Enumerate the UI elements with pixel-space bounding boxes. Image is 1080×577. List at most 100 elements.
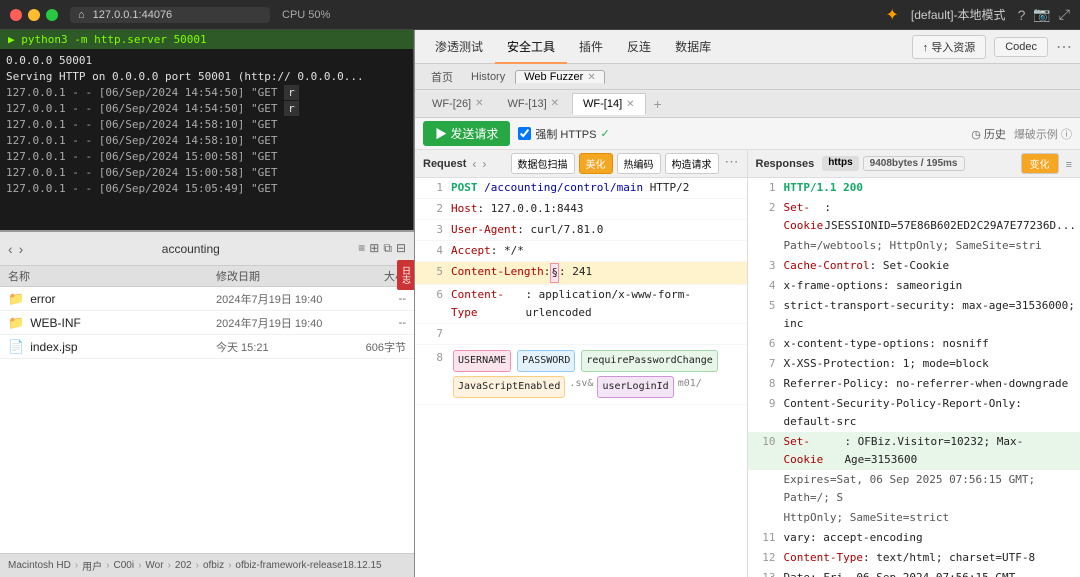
finder-view-btns: ≡ ⊞ ⧉ ⊟ (358, 241, 406, 256)
terminal-line: 127.0.0.1 - - [06/Sep/2024 15:00:58] "GE… (6, 149, 407, 165)
file-size: 606字节 (346, 339, 406, 355)
col-name-header[interactable]: 名称 (8, 268, 216, 284)
send-request-button[interactable]: ▶ 发送请求 (423, 121, 510, 146)
col-date-header[interactable]: 修改日期 (216, 268, 346, 284)
data-collect-btn[interactable]: 数据包扫描 (511, 153, 575, 174)
breadcrumb-item[interactable]: C00i (114, 560, 135, 571)
list-item[interactable]: 📁 error 2024年7月19日 19:40 -- (0, 287, 414, 311)
tab-wf-26[interactable]: WF-[26] ✕ (421, 93, 495, 115)
request-nav-next[interactable]: › (482, 157, 486, 171)
param-block[interactable]: § (550, 263, 559, 283)
https-check-icon: ✓ (600, 127, 609, 140)
request-line-8: 8 USERNAME PASSWORD requirePasswordChang… (415, 345, 747, 405)
breadcrumb-item[interactable]: Wor (145, 560, 163, 571)
history-link[interactable]: ◷ 历史 (971, 126, 1006, 142)
left-area: ▶ python3 -m http.server 50001 0.0.0.0 5… (0, 30, 415, 577)
finder-forward-button[interactable]: › (19, 241, 24, 257)
nav-pentest[interactable]: 渗透测试 (423, 30, 495, 64)
param-block[interactable]: USERNAME (453, 350, 511, 372)
list-item[interactable]: 📁 WEB-INF 2024年7月19日 19:40 -- (0, 311, 414, 335)
request-line-6: 6 Content-Type : application/x-www-form-… (415, 285, 747, 324)
secondary-nav: 首页 History Web Fuzzer ✕ (415, 64, 1080, 90)
param-block[interactable]: userLoginId (597, 376, 673, 398)
nav-web-fuzzer[interactable]: Web Fuzzer ✕ (515, 70, 604, 84)
more-tools-btn[interactable]: ⋯ (725, 153, 739, 174)
request-nav-prev[interactable]: ‹ (472, 157, 476, 171)
terminal-line: 127.0.0.1 - - [06/Sep/2024 15:00:58] "GE… (6, 165, 407, 181)
param-block[interactable]: PASSWORD (517, 350, 575, 372)
grid-view-btn[interactable]: ⊞ (369, 241, 379, 256)
codec-button[interactable]: Codec (994, 37, 1048, 57)
param-block[interactable]: JavaScriptEnabled (453, 376, 565, 398)
tab-close-26[interactable]: ✕ (475, 98, 483, 109)
list-item[interactable]: 📄 index.jsp 今天 15:21 606字节 (0, 335, 414, 359)
resp-line-4: 4 x-frame-options: sameorigin (748, 276, 1080, 296)
terminal-body[interactable]: 0.0.0.0 50001 Serving HTTP on 0.0.0.0 po… (0, 49, 413, 230)
tab-close-13[interactable]: ✕ (551, 98, 559, 109)
change-button[interactable]: 变化 (1021, 153, 1059, 174)
list-view-btn[interactable]: ≡ (358, 241, 365, 256)
close-button[interactable] (10, 9, 22, 21)
terminal-panel: ▶ python3 -m http.server 50001 0.0.0.0 5… (0, 30, 415, 230)
response-more-icon[interactable]: ≡ (1066, 159, 1072, 171)
burp-top-right: ↑ 导入资源 Codec ⋯ (912, 35, 1072, 59)
request-line-1: 1 POST /accounting/control/main HTTP/2 (415, 178, 747, 199)
param-blocks: USERNAME PASSWORD requirePasswordChange … (451, 349, 743, 399)
side-tab[interactable]: 日志 (397, 260, 415, 290)
beautify-btn[interactable]: 美化 (579, 153, 613, 174)
tab-close-14[interactable]: ✕ (626, 99, 634, 110)
nav-security-tools[interactable]: 安全工具 (495, 30, 567, 64)
param-block[interactable]: requirePasswordChange (581, 350, 717, 372)
https-checkbox[interactable] (518, 127, 531, 140)
resp-line-11: 11 vary: accept-encoding (748, 528, 1080, 548)
breadcrumb-item[interactable]: ofbiz (203, 560, 224, 571)
minimize-button[interactable] (28, 9, 40, 21)
maximize-button[interactable] (46, 9, 58, 21)
tab-close-main[interactable]: ✕ (587, 72, 595, 83)
explode-example-link[interactable]: 爆破示例 ⓘ (1014, 126, 1072, 142)
import-resource-button[interactable]: ↑ 导入资源 (912, 35, 987, 59)
nav-database[interactable]: 数据库 (663, 30, 723, 64)
column-view-btn[interactable]: ⧉ (383, 241, 392, 256)
nav-plugins[interactable]: 插件 (567, 30, 615, 64)
breadcrumb-item[interactable]: 202 (175, 560, 192, 571)
response-body[interactable]: 1 HTTP/1.1 200 2 Set-Cookie : JSESSIONID… (748, 178, 1080, 577)
tab-wf-14[interactable]: WF-[14] ✕ (572, 93, 646, 115)
breadcrumb-item[interactable]: 用户 (82, 558, 102, 573)
tab-wf-13[interactable]: WF-[13] ✕ (497, 93, 571, 115)
more-icon[interactable]: ⋯ (1056, 37, 1072, 57)
breadcrumb-item[interactable]: Macintosh HD (8, 560, 71, 571)
resp-stats: 9408bytes / 195ms (863, 156, 965, 171)
camera-icon[interactable]: 📷 (1033, 6, 1050, 23)
import-icon: ↑ (923, 42, 929, 54)
request-body[interactable]: 1 POST /accounting/control/main HTTP/2 2… (415, 178, 747, 577)
nav-reverse[interactable]: 反连 (615, 30, 663, 64)
traffic-lights (10, 9, 58, 21)
resp-line-13: 13 Date: Fri, 06 Sep 2024 07:56:15 GMT (748, 568, 1080, 577)
nav-history[interactable]: History (463, 71, 513, 83)
resp-tab-https[interactable]: https (822, 156, 858, 171)
finder-back-button[interactable]: ‹ (8, 241, 13, 257)
breadcrumb-sep: › (106, 560, 109, 571)
build-req-btn[interactable]: 构造请求 (665, 153, 719, 174)
top-right-icons: ? 📷 ⤢ (1018, 6, 1070, 23)
breadcrumb-sep: › (75, 560, 78, 571)
hot-encode-btn[interactable]: 热编码 (617, 153, 661, 174)
finder-breadcrumb: Macintosh HD › 用户 › C00i › Wor › 202 › o… (0, 553, 414, 577)
resp-line-3: 3 Cache-Control : Set-Cookie (748, 256, 1080, 276)
expand-icon[interactable]: ⤢ (1059, 6, 1070, 23)
file-date: 2024年7月19日 19:40 (216, 315, 346, 331)
resp-line-cont: Path=/webtools; HttpOnly; SameSite=stri (748, 236, 1080, 256)
breadcrumb-item[interactable]: ofbiz-framework-release18.12.15 (235, 560, 381, 571)
nav-home[interactable]: 首页 (423, 69, 461, 85)
terminal-line: Serving HTTP on 0.0.0.0 port 50001 (http… (6, 69, 407, 85)
add-tab-button[interactable]: + (648, 96, 668, 112)
file-icon: 📄 (8, 339, 24, 355)
burp-panel: 渗透测试 安全工具 插件 反连 数据库 ↑ 导入资源 Codec ⋯ 首页 Hi… (415, 30, 1080, 577)
terminal-header: ▶ python3 -m http.server 50001 (0, 30, 413, 49)
finder-file-list: 📁 error 2024年7月19日 19:40 -- 📁 WEB-INF 20… (0, 287, 414, 553)
params-text: .sv& (569, 375, 593, 399)
help-icon[interactable]: ? (1018, 7, 1026, 23)
url-bar[interactable]: ⌂ 127.0.0.1:44076 (70, 7, 270, 23)
gallery-view-btn[interactable]: ⊟ (396, 241, 406, 256)
